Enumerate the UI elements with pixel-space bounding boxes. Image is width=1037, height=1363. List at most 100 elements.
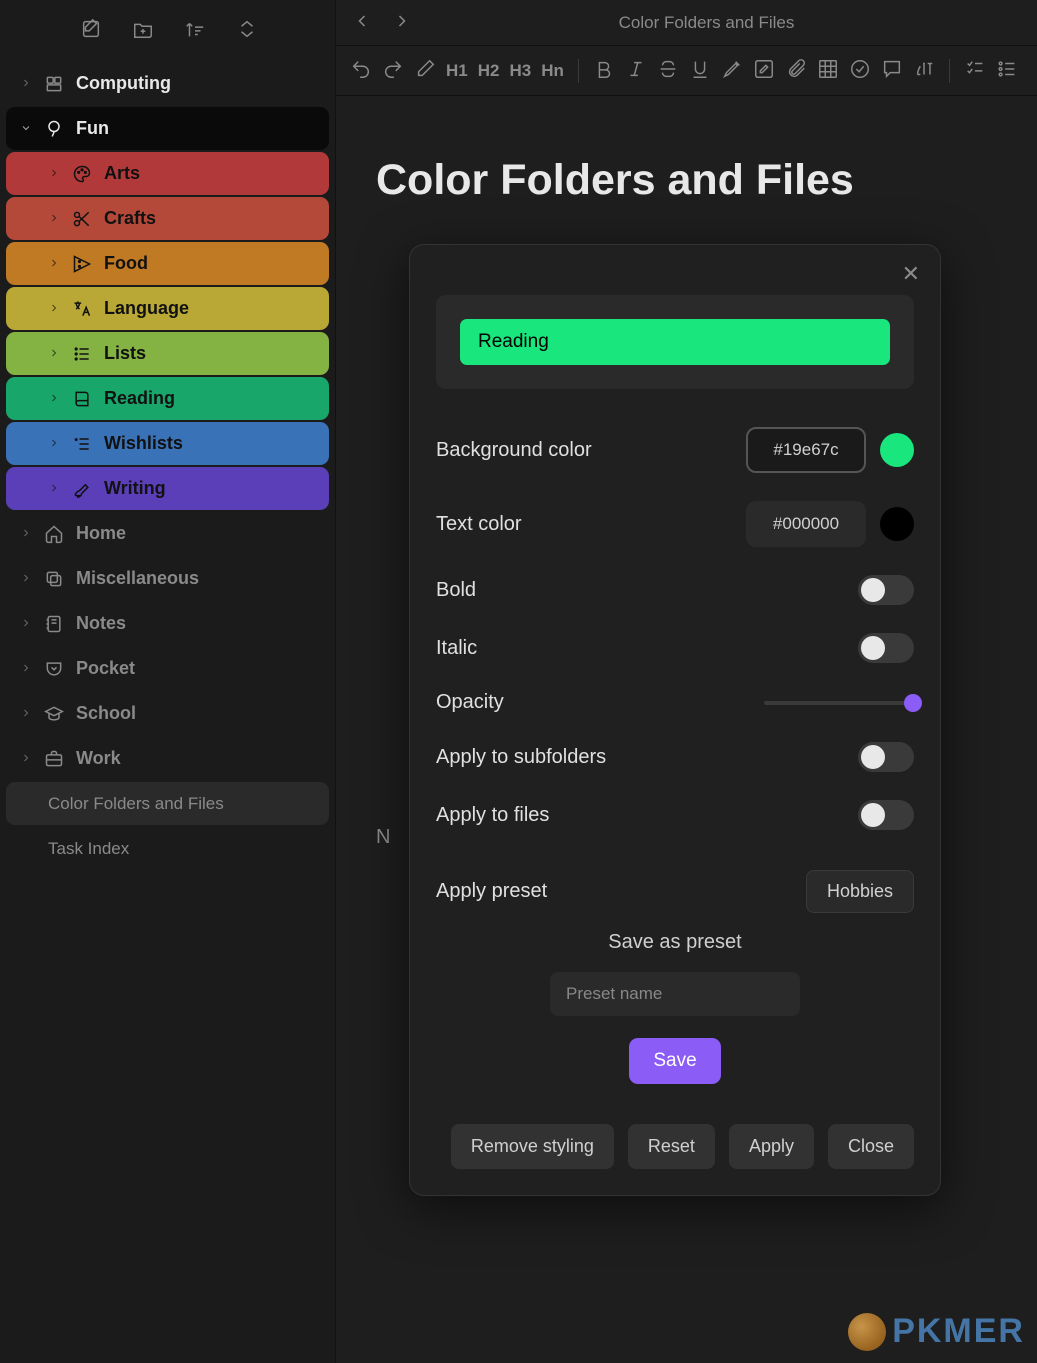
text-color-label: Text color	[436, 513, 522, 536]
sidebar-actions	[0, 10, 335, 62]
folder-crafts[interactable]: Crafts	[6, 197, 329, 240]
nav-back-icon[interactable]	[352, 11, 372, 35]
h1-button[interactable]: H1	[446, 61, 468, 81]
h2-button[interactable]: H2	[478, 61, 500, 81]
writing-icon	[70, 479, 94, 499]
strike-icon[interactable]	[657, 58, 679, 84]
folder-pocket[interactable]: Pocket	[6, 647, 329, 690]
preview-box: Reading	[436, 295, 914, 389]
computing-icon	[42, 74, 66, 94]
preset-name-input[interactable]	[550, 972, 800, 1016]
folder-work[interactable]: Work	[6, 737, 329, 780]
chevron-right-icon	[48, 478, 60, 499]
folder-label: Lists	[104, 343, 146, 364]
sidebar: Computing Fun Arts Crafts	[0, 0, 335, 1363]
folder-label: Writing	[104, 478, 166, 499]
chevron-right-icon	[20, 523, 32, 544]
color-settings-modal: ✕ Reading Background color Text color Bo…	[410, 245, 940, 1195]
tab-bar: Color Folders and Files	[336, 0, 1037, 46]
chevron-right-icon	[48, 343, 60, 364]
italic-toggle[interactable]	[858, 633, 914, 663]
close-button[interactable]: Close	[828, 1124, 914, 1169]
close-icon[interactable]: ✕	[902, 261, 920, 287]
folder-label: Work	[76, 748, 121, 769]
folder-school[interactable]: School	[6, 692, 329, 735]
new-folder-icon[interactable]	[132, 18, 154, 44]
undo-icon[interactable]	[350, 58, 372, 84]
folder-label: Food	[104, 253, 148, 274]
toolbar-separator	[949, 59, 950, 83]
star-list-icon	[70, 434, 94, 454]
folder-writing[interactable]: Writing	[6, 467, 329, 510]
folder-label: Miscellaneous	[76, 568, 199, 589]
apply-button[interactable]: Apply	[729, 1124, 814, 1169]
folder-misc[interactable]: Miscellaneous	[6, 557, 329, 600]
opacity-slider[interactable]	[764, 701, 914, 705]
pocket-icon	[42, 659, 66, 679]
file-color-folders[interactable]: Color Folders and Files	[6, 782, 329, 825]
folder-reading[interactable]: Reading	[6, 377, 329, 420]
reset-button[interactable]: Reset	[628, 1124, 715, 1169]
book-icon	[70, 389, 94, 409]
notebook-icon	[42, 614, 66, 634]
bold-icon[interactable]	[593, 58, 615, 84]
remove-styling-button[interactable]: Remove styling	[451, 1124, 614, 1169]
task-icon[interactable]	[849, 58, 871, 84]
checklist-icon[interactable]	[964, 58, 986, 84]
bullet-list-icon[interactable]	[996, 58, 1018, 84]
folder-wishlists[interactable]: Wishlists	[6, 422, 329, 465]
note-title: Color Folders and Files	[376, 156, 997, 205]
file-task-index[interactable]: Task Index	[6, 827, 329, 870]
chevron-right-icon	[48, 433, 60, 454]
folder-computing[interactable]: Computing	[6, 62, 329, 105]
folder-fun[interactable]: Fun	[6, 107, 329, 150]
bold-toggle[interactable]	[858, 575, 914, 605]
preset-select[interactable]: Hobbies	[806, 870, 914, 913]
folder-notes[interactable]: Notes	[6, 602, 329, 645]
underline-icon[interactable]	[689, 58, 711, 84]
edit-icon[interactable]	[753, 58, 775, 84]
table-icon[interactable]	[817, 58, 839, 84]
list-icon	[70, 344, 94, 364]
chevron-right-icon	[20, 73, 32, 94]
chevron-right-icon	[48, 253, 60, 274]
folder-label: Pocket	[76, 658, 135, 679]
folder-label: Fun	[76, 118, 109, 139]
balloon-icon	[42, 119, 66, 139]
bg-color-input[interactable]	[746, 427, 866, 473]
chevron-right-icon	[48, 298, 60, 319]
chevron-down-icon	[20, 118, 32, 139]
text-color-input[interactable]	[746, 501, 866, 547]
subfolders-toggle[interactable]	[858, 742, 914, 772]
collapse-icon[interactable]	[236, 18, 258, 44]
palette-icon	[70, 164, 94, 184]
highlight-icon[interactable]	[721, 58, 743, 84]
chevron-right-icon	[20, 748, 32, 769]
hn-button[interactable]: Hn	[541, 61, 564, 81]
folder-lists[interactable]: Lists	[6, 332, 329, 375]
files-toggle[interactable]	[858, 800, 914, 830]
new-note-icon[interactable]	[80, 18, 102, 44]
toolbar-separator	[578, 59, 579, 83]
redo-icon[interactable]	[382, 58, 404, 84]
bg-color-swatch[interactable]	[880, 433, 914, 467]
folder-language[interactable]: Language	[6, 287, 329, 330]
sort-icon[interactable]	[184, 18, 206, 44]
h3-button[interactable]: H3	[509, 61, 531, 81]
nav-forward-icon[interactable]	[392, 11, 412, 35]
ruby-icon[interactable]	[913, 58, 935, 84]
folder-food[interactable]: Food	[6, 242, 329, 285]
folder-arts[interactable]: Arts	[6, 152, 329, 195]
attachment-icon[interactable]	[785, 58, 807, 84]
comment-icon[interactable]	[881, 58, 903, 84]
italic-icon[interactable]	[625, 58, 647, 84]
folder-home[interactable]: Home	[6, 512, 329, 555]
text-color-swatch[interactable]	[880, 507, 914, 541]
chevron-right-icon	[20, 613, 32, 634]
tab-title: Color Folders and Files	[432, 13, 981, 33]
save-preset-button[interactable]: Save	[629, 1038, 720, 1084]
italic-label: Italic	[436, 637, 477, 660]
home-icon	[42, 524, 66, 544]
briefcase-icon	[42, 749, 66, 769]
eraser-icon[interactable]	[414, 58, 436, 84]
